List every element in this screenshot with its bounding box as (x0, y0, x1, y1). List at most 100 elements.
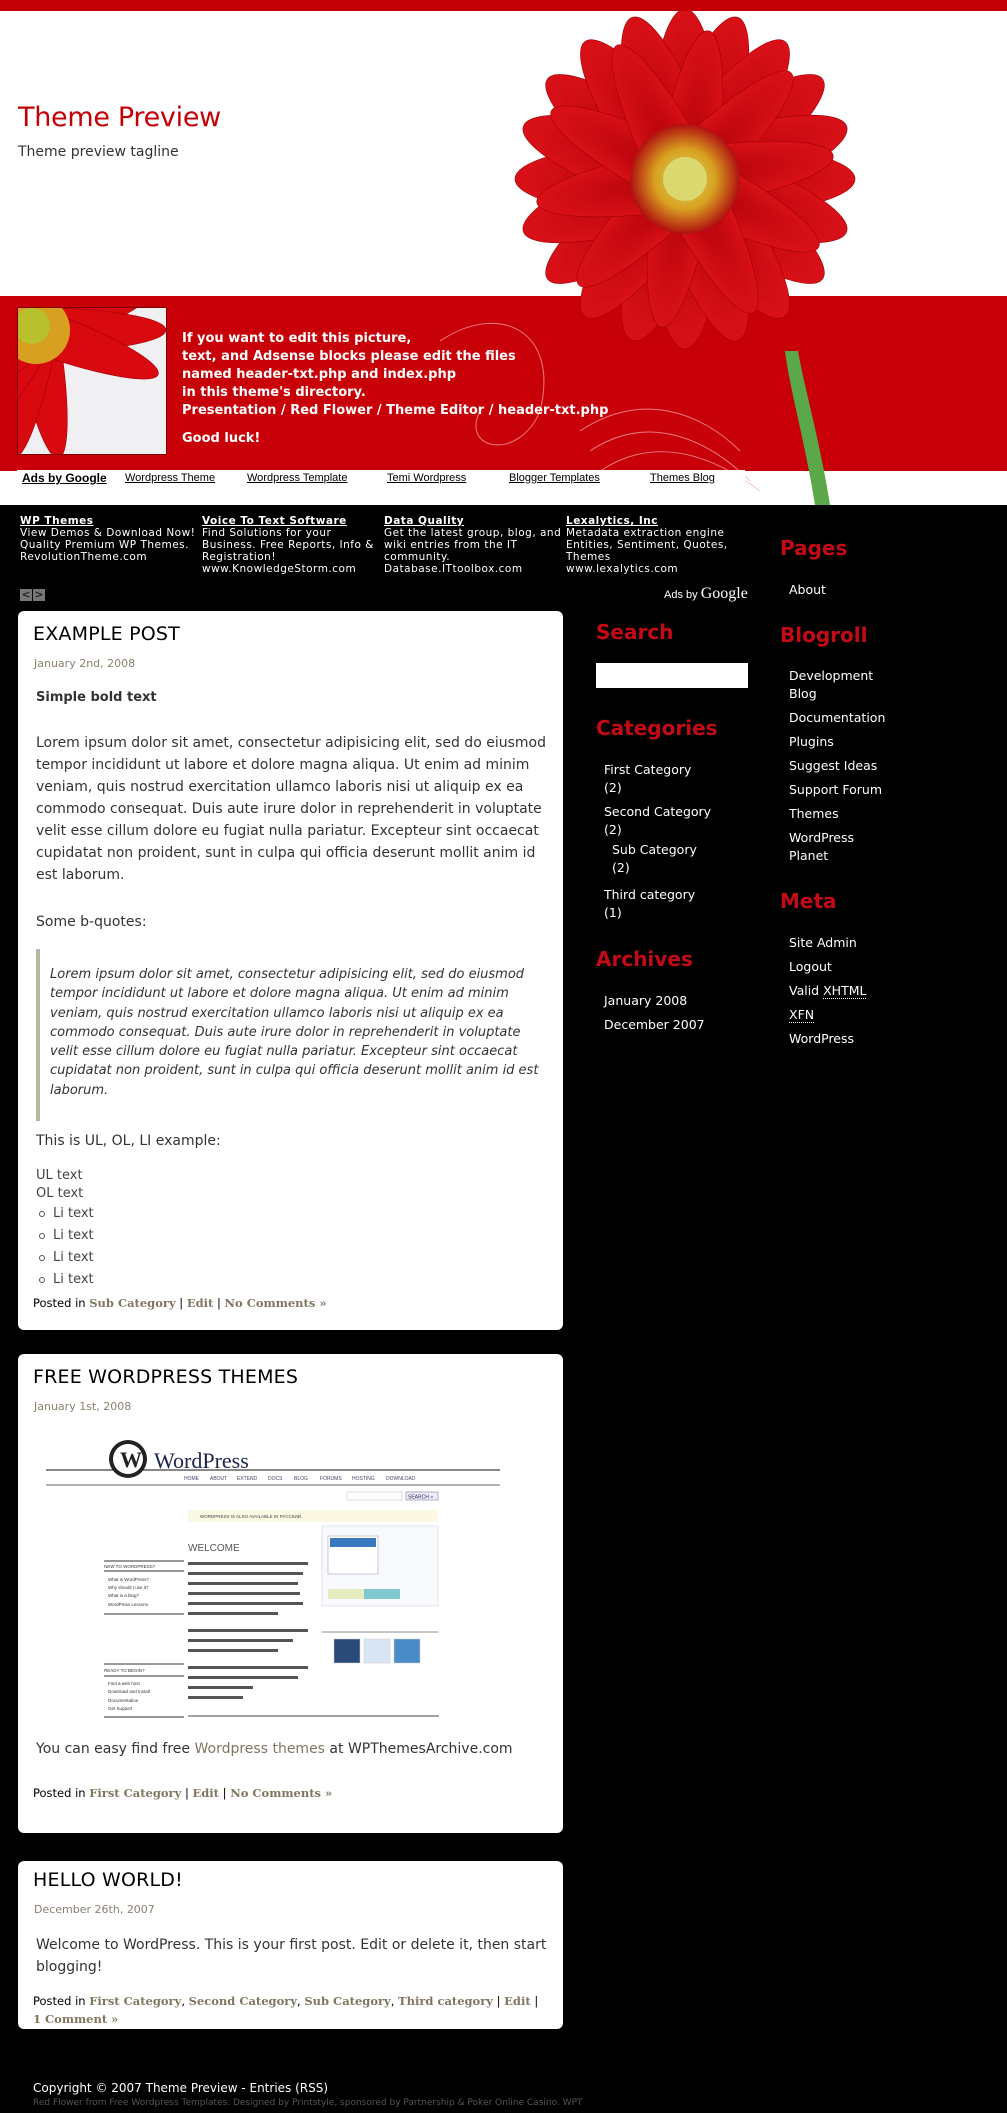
post-free-themes: FREE WORDPRESS THEMES January 1st, 2008 … (18, 1354, 563, 1833)
subcategory-item[interactable]: Sub Category (2) (612, 841, 712, 877)
category-item[interactable]: First Category (2) (604, 761, 714, 797)
post-meta: Posted in Sub Category | Edit | No Comme… (33, 1296, 327, 1310)
footer-copyright: Copyright © 2007 Theme Preview - Entries… (33, 2081, 329, 2095)
ad-link[interactable]: Blogger Templates (509, 472, 600, 484)
svg-text:SEARCH »: SEARCH » (408, 1495, 433, 1501)
edit-link[interactable]: Edit (187, 1296, 214, 1310)
svg-text:Get Support: Get Support (108, 1706, 133, 1711)
svg-text:Why should I use it?: Why should I use it? (108, 1585, 149, 1590)
ad-unit[interactable]: Lexalytics, Inc Metadata extraction engi… (566, 515, 746, 575)
ad-unit-line: Registration! (202, 551, 277, 563)
ad-link[interactable]: Wordpress Template (247, 472, 347, 484)
top-red-bar (0, 0, 1007, 11)
xfn-link[interactable]: XFN (789, 1007, 815, 1023)
category-link[interactable]: First Category (89, 1786, 181, 1800)
blogroll-link[interactable]: Suggest Ideas (789, 757, 877, 775)
archive-link[interactable]: January 2008 (604, 992, 687, 1010)
post-title[interactable]: HELLO WORLD! (33, 1869, 183, 1891)
header-message-line: named header-txt.php and index.php (182, 367, 457, 382)
circle-bullet-icon (39, 1211, 45, 1217)
ad-next-button[interactable]: > (33, 589, 45, 601)
ad-unit-line: Database.ITtoolbox.com (384, 563, 523, 575)
ad-prev-button[interactable]: < (20, 589, 32, 601)
edit-link[interactable]: Edit (193, 1786, 220, 1800)
svg-text:ABOUT: ABOUT (210, 1476, 227, 1482)
blogroll-link[interactable]: Themes (789, 805, 839, 823)
meta-xfn: XFN (789, 1006, 815, 1024)
ads-by-google-badge[interactable]: Ads by Google (664, 585, 748, 603)
category-link[interactable]: Third category (398, 1994, 493, 2008)
ad-unit[interactable]: Data Quality Get the latest group, blog,… (384, 515, 564, 575)
post-date: January 1st, 2008 (34, 1400, 132, 1413)
category-link[interactable]: First Category (89, 1994, 181, 2008)
ad-unit-title[interactable]: WP Themes (20, 515, 200, 527)
comments-link[interactable]: No Comments » (230, 1786, 332, 1800)
list-intro: This is UL, OL, LI example: (36, 1133, 221, 1149)
svg-text:HOME: HOME (184, 1476, 200, 1482)
post-paragraph: Lorem ipsum dolor sit amet, consectetur … (36, 735, 546, 883)
header-thumbnail-image (17, 307, 167, 455)
archive-link[interactable]: December 2007 (604, 1016, 705, 1034)
category-item[interactable]: Third category (1) (604, 886, 714, 922)
post-meta: Posted in First Category, Second Categor… (33, 1994, 539, 2026)
category-item[interactable]: Second Category (2) (604, 803, 714, 839)
svg-text:Documentation: Documentation (108, 1698, 139, 1703)
blogroll-link[interactable]: Documentation (789, 709, 885, 727)
svg-text:W: W (120, 1447, 142, 1472)
svg-text:DOWNLOAD: DOWNLOAD (386, 1476, 416, 1482)
wordpress-themes-link[interactable]: Wordpress themes (194, 1741, 325, 1757)
example-list: UL text OL text Li text Li text Li text … (36, 1167, 94, 1291)
ad-unit-line: RevolutionTheme.com (20, 551, 148, 563)
blogroll-link[interactable]: Plugins (789, 733, 834, 751)
search-heading: Search (596, 620, 674, 644)
svg-text:FORUMS: FORUMS (320, 1476, 342, 1482)
ad-link[interactable]: Temi Wordpress (387, 472, 466, 484)
ad-nav: < > (20, 589, 45, 601)
page-link-about[interactable]: About (789, 581, 826, 599)
blogroll-link[interactable]: Development Blog (789, 667, 889, 703)
wordpress-screenshot-image: W WordPress HOME ABOUT EXTEND DOCS BLOG … (42, 1434, 502, 1724)
ad-unit-line: Business. Free Reports, Info & (202, 539, 374, 551)
ad-unit-line: www.lexalytics.com (566, 563, 679, 575)
svg-text:What is a blog?: What is a blog? (108, 1593, 140, 1598)
ad-unit-title[interactable]: Voice To Text Software (202, 515, 382, 527)
category-link[interactable]: Sub Category (304, 1994, 390, 2008)
category-link[interactable]: Second Category (189, 1994, 297, 2008)
search-input[interactable] (596, 663, 748, 688)
meta-heading: Meta (780, 889, 837, 913)
category-link[interactable]: Sub Category (89, 1296, 175, 1310)
footer-credit: Red Flower from Free Wordpress Templates… (33, 2098, 583, 2108)
comments-link[interactable]: No Comments » (225, 1296, 327, 1310)
ad-unit-line: community. (384, 551, 451, 563)
ad-unit[interactable]: Voice To Text Software Find Solutions fo… (202, 515, 382, 575)
ad-link[interactable]: Wordpress Theme (125, 472, 215, 484)
post-bold-text: Simple bold text (36, 690, 157, 705)
flower-petals (514, 11, 856, 350)
meta-site-admin[interactable]: Site Admin (789, 934, 857, 952)
meta-logout[interactable]: Logout (789, 958, 832, 976)
svg-text:WORDPRESS IS ALSO AVAILABLE IN: WORDPRESS IS ALSO AVAILABLE IN РУССКИЙ. (200, 1512, 302, 1519)
edit-link[interactable]: Edit (504, 1994, 531, 2008)
flower-stem (785, 351, 830, 505)
ad-unit[interactable]: WP Themes View Demos & Download Now! Qua… (20, 515, 200, 563)
ads-by-google-label[interactable]: Ads by Google (22, 471, 107, 485)
ad-unit-title[interactable]: Data Quality (384, 515, 564, 527)
comments-link[interactable]: 1 Comment » (33, 2012, 118, 2026)
ad-unit-line: Entities, Sentiment, Quotes, (566, 539, 728, 551)
ad-link[interactable]: Themes Blog (650, 472, 715, 484)
ad-unit-title[interactable]: Lexalytics, Inc (566, 515, 746, 527)
post-title[interactable]: FREE WORDPRESS THEMES (33, 1366, 298, 1388)
list-item: Li text (36, 1247, 94, 1269)
ol-text: OL text (36, 1186, 84, 1201)
post-example: EXAMPLE POST January 2nd, 2008 Simple bo… (18, 611, 563, 1330)
xhtml-link[interactable]: XHTML (823, 983, 867, 999)
post-title[interactable]: EXAMPLE POST (33, 623, 180, 645)
circle-bullet-icon (39, 1277, 45, 1283)
ad-unit-line: Metadata extraction engine (566, 527, 725, 539)
svg-text:Download and Install: Download and Install (108, 1689, 150, 1694)
ul-text: UL text (36, 1168, 83, 1183)
blogroll-link[interactable]: Support Forum (789, 781, 882, 799)
blogroll-link[interactable]: WordPress Planet (789, 829, 879, 865)
meta-wordpress[interactable]: WordPress (789, 1030, 854, 1048)
site-title[interactable]: Theme Preview (18, 102, 221, 133)
